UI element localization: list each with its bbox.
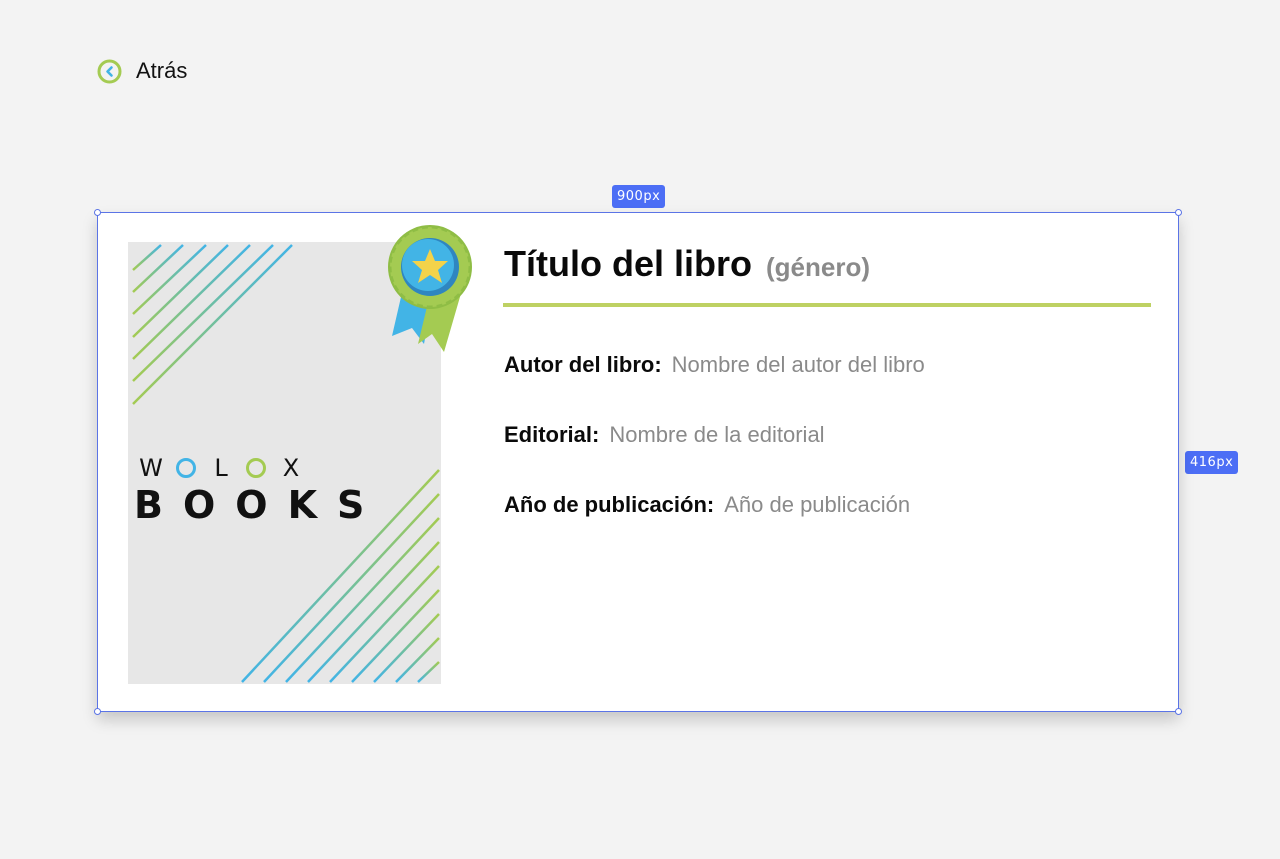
brand-o-green: [246, 458, 266, 478]
brand-o-blue: [176, 458, 196, 478]
field-editorial-value: Nombre de la editorial: [609, 422, 825, 447]
cover-brand-wolox: W L X: [135, 454, 307, 482]
book-detail-card: W L X BOOKS Título del libro (género) Au…: [94, 209, 1182, 715]
field-editorial: Editorial: Nombre de la editorial: [504, 422, 825, 448]
resize-handle-top-right[interactable]: [1175, 209, 1182, 216]
title-divider: [503, 303, 1151, 307]
field-year-value: Año de publicación: [724, 492, 911, 517]
cover-brand-books: BOOKS: [134, 483, 385, 527]
field-author: Autor del libro: Nombre del autor del li…: [504, 352, 925, 378]
chevron-left-circle-icon: [97, 59, 122, 83]
field-author-value: Nombre del autor del libro: [671, 352, 925, 377]
resize-handle-bottom-left[interactable]: [94, 708, 101, 715]
width-dimension-badge: 900px: [612, 185, 666, 208]
field-author-label: Autor del libro:: [504, 352, 662, 377]
brand-letter: W: [139, 454, 163, 482]
field-year-label: Año de publicación:: [504, 492, 715, 517]
field-editorial-label: Editorial:: [504, 422, 600, 447]
back-link[interactable]: Atrás: [97, 57, 187, 85]
resize-handle-top-left[interactable]: [94, 209, 101, 216]
award-ribbon-icon: [388, 225, 472, 352]
brand-letter: X: [282, 454, 300, 482]
book-genre: (género): [765, 252, 870, 282]
height-dimension-badge: 416px: [1185, 451, 1239, 474]
resize-handle-bottom-right[interactable]: [1175, 708, 1182, 715]
field-year: Año de publicación: Año de publicación: [504, 492, 910, 518]
back-label: Atrás: [136, 58, 188, 83]
book-title-row: Título del libro (género): [504, 243, 870, 285]
book-title: Título del libro: [504, 243, 752, 284]
brand-letter: L: [214, 454, 228, 482]
